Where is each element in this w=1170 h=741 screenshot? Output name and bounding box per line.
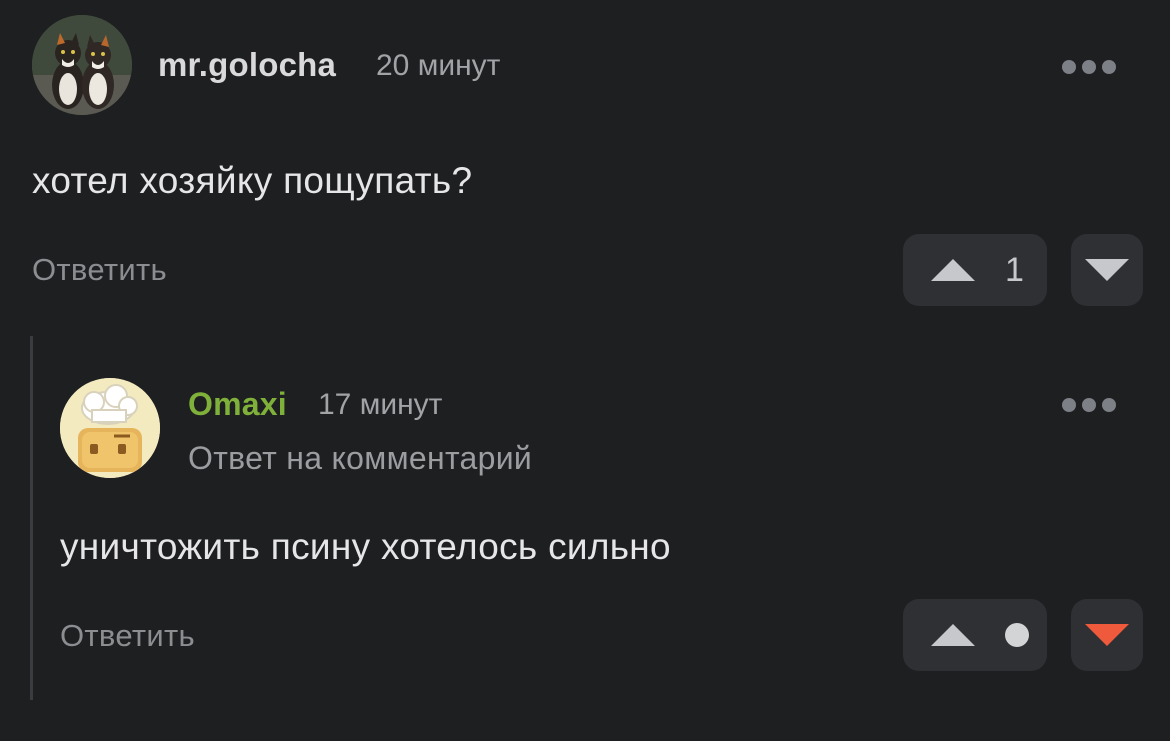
thread-line[interactable]: [30, 336, 33, 700]
upvote-button[interactable]: 1: [903, 234, 1047, 306]
downvote-button[interactable]: [1071, 234, 1143, 306]
comment-author[interactable]: mr.golocha: [158, 46, 336, 84]
comment-text: хотел хозяйку пощупать?: [32, 160, 473, 201]
more-options-icon[interactable]: [1062, 398, 1116, 412]
reply-to-note[interactable]: Ответ на комментарий: [188, 440, 532, 477]
arrow-up-icon: [931, 259, 975, 281]
more-options-icon[interactable]: [1062, 60, 1116, 74]
reply-button[interactable]: Ответить: [32, 252, 167, 288]
avatar[interactable]: [60, 378, 160, 478]
reply-button[interactable]: Ответить: [60, 618, 195, 654]
comment-time: 20 минут: [376, 49, 501, 82]
comment-reply: Omaxi 17 минут Ответ на комментарий унич…: [0, 330, 1170, 741]
hidden-score-dot-icon: [1005, 623, 1029, 647]
arrow-down-icon: [1085, 624, 1129, 646]
cats-avatar-image: [32, 15, 132, 115]
avatar[interactable]: [32, 15, 132, 115]
comment-score: 1: [1005, 250, 1024, 289]
downvote-button[interactable]: [1071, 599, 1143, 671]
chef-toast-avatar-image: [60, 378, 160, 478]
comment: mr.golocha 20 минут хотел хозяйку пощупа…: [0, 0, 1170, 330]
comment-author[interactable]: Omaxi: [188, 386, 287, 423]
arrow-down-icon: [1085, 259, 1129, 281]
comment-text: уничтожить псину хотелось сильно: [60, 526, 671, 567]
upvote-button[interactable]: [903, 599, 1047, 671]
comment-time: 17 минут: [318, 388, 443, 421]
arrow-up-icon: [931, 624, 975, 646]
